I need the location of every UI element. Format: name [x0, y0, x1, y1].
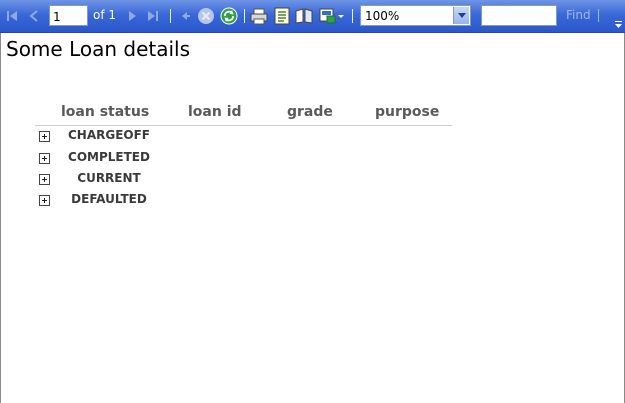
- report-title: Some Loan details: [6, 37, 191, 61]
- previous-page-icon[interactable]: [25, 6, 43, 26]
- refresh-icon[interactable]: [220, 6, 238, 26]
- report-toolbar: of 1 100% Find: [0, 0, 625, 33]
- stop-icon[interactable]: [197, 6, 215, 26]
- column-header-loan-id: loan id: [188, 104, 242, 120]
- column-header-grade: grade: [287, 104, 333, 120]
- toolbar-separator: [170, 9, 171, 23]
- toolbar-separator: [244, 9, 245, 23]
- toolbar-separator: [352, 9, 353, 23]
- print-icon[interactable]: [250, 6, 268, 26]
- zoom-select[interactable]: 100%: [360, 5, 471, 26]
- loan-status-cell: DEFAULTED: [71, 192, 147, 206]
- back-to-parent-icon[interactable]: [176, 6, 194, 26]
- column-header-loan-status: loan status: [61, 104, 150, 120]
- loan-status-cell: CURRENT: [77, 171, 141, 185]
- last-page-icon[interactable]: [144, 6, 162, 26]
- page-count-label: of 1: [93, 8, 117, 22]
- page-number-input[interactable]: [49, 5, 88, 26]
- first-page-icon[interactable]: [3, 6, 21, 26]
- loan-status-cell: COMPLETED: [68, 150, 150, 164]
- column-header-purpose: purpose: [375, 104, 440, 120]
- find-text-input[interactable]: [481, 5, 557, 26]
- report-viewer-area: [0, 33, 625, 403]
- chevron-down-icon[interactable]: [453, 7, 469, 24]
- header-divider: [35, 125, 452, 126]
- find-button[interactable]: Find: [566, 8, 591, 22]
- expand-icon[interactable]: [39, 153, 50, 164]
- loan-status-cell: CHARGEOFF: [67, 128, 151, 142]
- expand-icon[interactable]: [39, 195, 50, 206]
- expand-icon[interactable]: [39, 131, 50, 142]
- expand-icon[interactable]: [39, 174, 50, 185]
- toolbar-overflow-icon[interactable]: [612, 14, 625, 31]
- export-dropdown-icon[interactable]: [319, 6, 345, 26]
- zoom-value: 100%: [365, 9, 400, 23]
- next-page-icon[interactable]: [123, 6, 141, 26]
- print-layout-icon[interactable]: [273, 6, 291, 26]
- page-setup-icon[interactable]: [295, 6, 313, 26]
- find-next-button[interactable]: [598, 9, 599, 22]
